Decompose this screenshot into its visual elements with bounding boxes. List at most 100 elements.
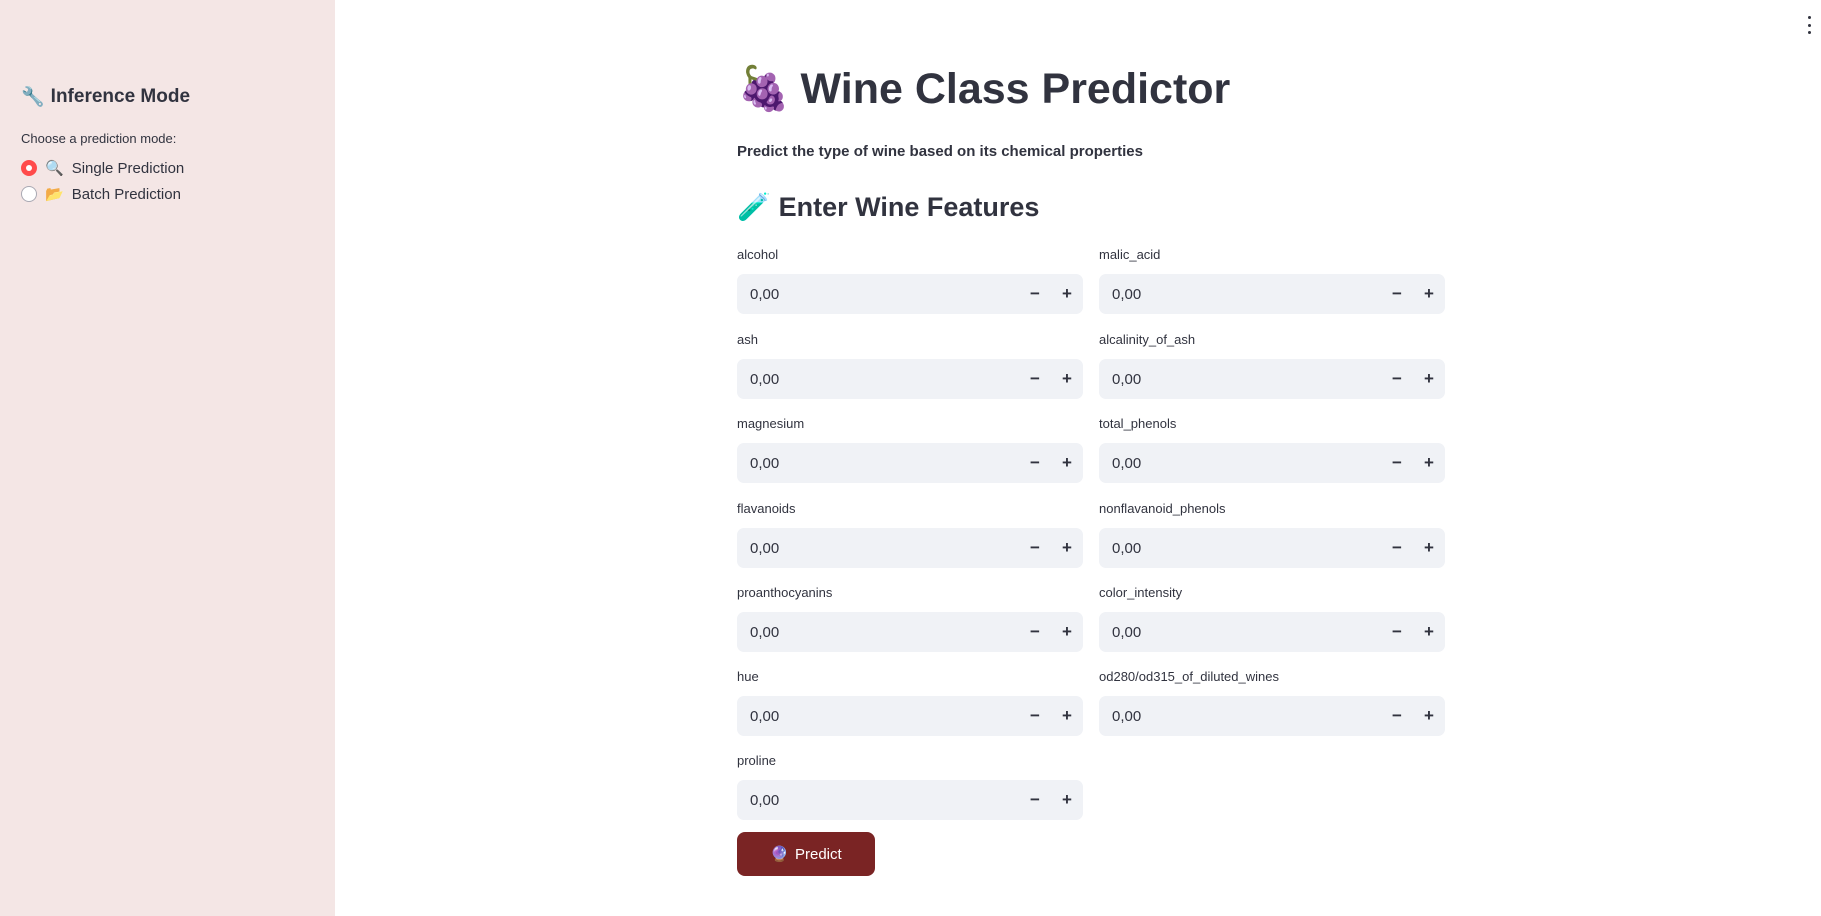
increment-button[interactable]: + [1051,274,1083,314]
decrement-button[interactable]: − [1019,274,1051,314]
field-ash: ash − + [737,331,1083,399]
decrement-button[interactable]: − [1019,696,1051,736]
decrement-button[interactable]: − [1381,274,1413,314]
field-total-phenols: total_phenols − + [1099,415,1445,483]
decrement-button[interactable]: − [1019,359,1051,399]
sidebar: 🔧 Inference Mode Choose a prediction mod… [0,0,335,916]
section-title: 🧪 Enter Wine Features [737,191,1040,224]
field-magnesium: magnesium − + [737,415,1083,483]
decrement-button[interactable]: − [1019,443,1051,483]
main-menu-icon[interactable] [1805,16,1813,34]
increment-button[interactable]: + [1413,696,1445,736]
wrench-icon: 🔧 [21,86,45,108]
magnifier-icon: 🔍 [45,159,64,177]
number-input: − + [737,612,1083,652]
number-value-input[interactable] [1099,612,1381,652]
decrement-button[interactable]: − [1381,528,1413,568]
number-value-input[interactable] [737,696,1019,736]
decrement-button[interactable]: − [1381,696,1413,736]
field-label: od280/od315_of_diluted_wines [1099,669,1279,684]
increment-button[interactable]: + [1413,274,1445,314]
field-hue: hue − + [737,668,1083,736]
grapes-icon: 🍇 [737,64,791,114]
field-alcohol: alcohol − + [737,246,1083,314]
field-label: proanthocyanins [737,585,833,600]
increment-button[interactable]: + [1051,696,1083,736]
number-value-input[interactable] [737,443,1019,483]
number-input: − + [737,528,1083,568]
number-value-input[interactable] [737,780,1019,820]
number-value-input[interactable] [1099,443,1381,483]
decrement-button[interactable]: − [1381,443,1413,483]
number-input: − + [737,696,1083,736]
number-value-input[interactable] [1099,359,1381,399]
sidebar-title-text: Inference Mode [50,85,191,107]
decrement-button[interactable]: − [1019,780,1051,820]
number-value-input[interactable] [1099,528,1381,568]
increment-button[interactable]: + [1051,780,1083,820]
number-input: − + [737,359,1083,399]
section-title-text: Enter Wine Features [778,191,1040,222]
predict-button-label: Predict [795,845,842,863]
number-value-input[interactable] [737,612,1019,652]
main-content: 🍇 Wine Class Predictor Predict the type … [737,0,1447,916]
radio-batch-prediction[interactable]: 📂 Batch Prediction [21,185,181,203]
number-input: − + [737,274,1083,314]
field-label: hue [737,669,759,684]
field-od280-od315: od280/od315_of_diluted_wines − + [1099,668,1445,736]
field-label: malic_acid [1099,247,1161,262]
increment-button[interactable]: + [1051,443,1083,483]
field-proline: proline − + [737,752,1083,820]
number-input: − + [737,780,1083,820]
increment-button[interactable]: + [1051,359,1083,399]
field-label: flavanoids [737,501,796,516]
increment-button[interactable]: + [1413,612,1445,652]
increment-button[interactable]: + [1413,443,1445,483]
page-title-text: Wine Class Predictor [800,64,1231,113]
field-flavanoids: flavanoids − + [737,500,1083,568]
decrement-button[interactable]: − [1381,359,1413,399]
field-label: proline [737,753,777,768]
mode-caption: Choose a prediction mode: [21,131,177,146]
decrement-button[interactable]: − [1019,528,1051,568]
number-value-input[interactable] [1099,274,1381,314]
page-subtitle: Predict the type of wine based on its ch… [737,143,1143,160]
number-value-input[interactable] [737,359,1019,399]
increment-button[interactable]: + [1413,528,1445,568]
field-label: alcalinity_of_ash [1099,332,1196,347]
number-input: − + [1099,612,1445,652]
number-value-input[interactable] [737,274,1019,314]
field-alcalinity-of-ash: alcalinity_of_ash − + [1099,331,1445,399]
radio-label-batch: Batch Prediction [71,185,181,203]
number-value-input[interactable] [737,528,1019,568]
sidebar-title: 🔧 Inference Mode [21,85,191,109]
radio-button[interactable] [21,186,37,202]
crystal-ball-icon: 🔮 [770,845,789,863]
number-input: − + [737,443,1083,483]
decrement-button[interactable]: − [1381,612,1413,652]
field-label: nonflavanoid_phenols [1099,501,1226,516]
number-input: − + [1099,274,1445,314]
number-input: − + [1099,696,1445,736]
field-label: total_phenols [1099,416,1177,431]
field-color-intensity: color_intensity − + [1099,584,1445,652]
number-input: − + [1099,528,1445,568]
predict-button[interactable]: 🔮 Predict [737,832,875,876]
number-value-input[interactable] [1099,696,1381,736]
field-label: magnesium [737,416,805,431]
field-malic-acid: malic_acid − + [1099,246,1445,314]
number-input: − + [1099,359,1445,399]
radio-single-prediction[interactable]: 🔍 Single Prediction [21,159,184,177]
increment-button[interactable]: + [1051,528,1083,568]
field-label: ash [737,332,758,347]
increment-button[interactable]: + [1413,359,1445,399]
radio-button-selected[interactable] [21,160,37,176]
field-proanthocyanins: proanthocyanins − + [737,584,1083,652]
number-input: − + [1099,443,1445,483]
increment-button[interactable]: + [1051,612,1083,652]
decrement-button[interactable]: − [1019,612,1051,652]
folder-icon: 📂 [45,185,64,203]
field-label: color_intensity [1099,585,1183,600]
page-title: 🍇 Wine Class Predictor [737,64,1230,114]
radio-label-single: Single Prediction [71,159,185,177]
